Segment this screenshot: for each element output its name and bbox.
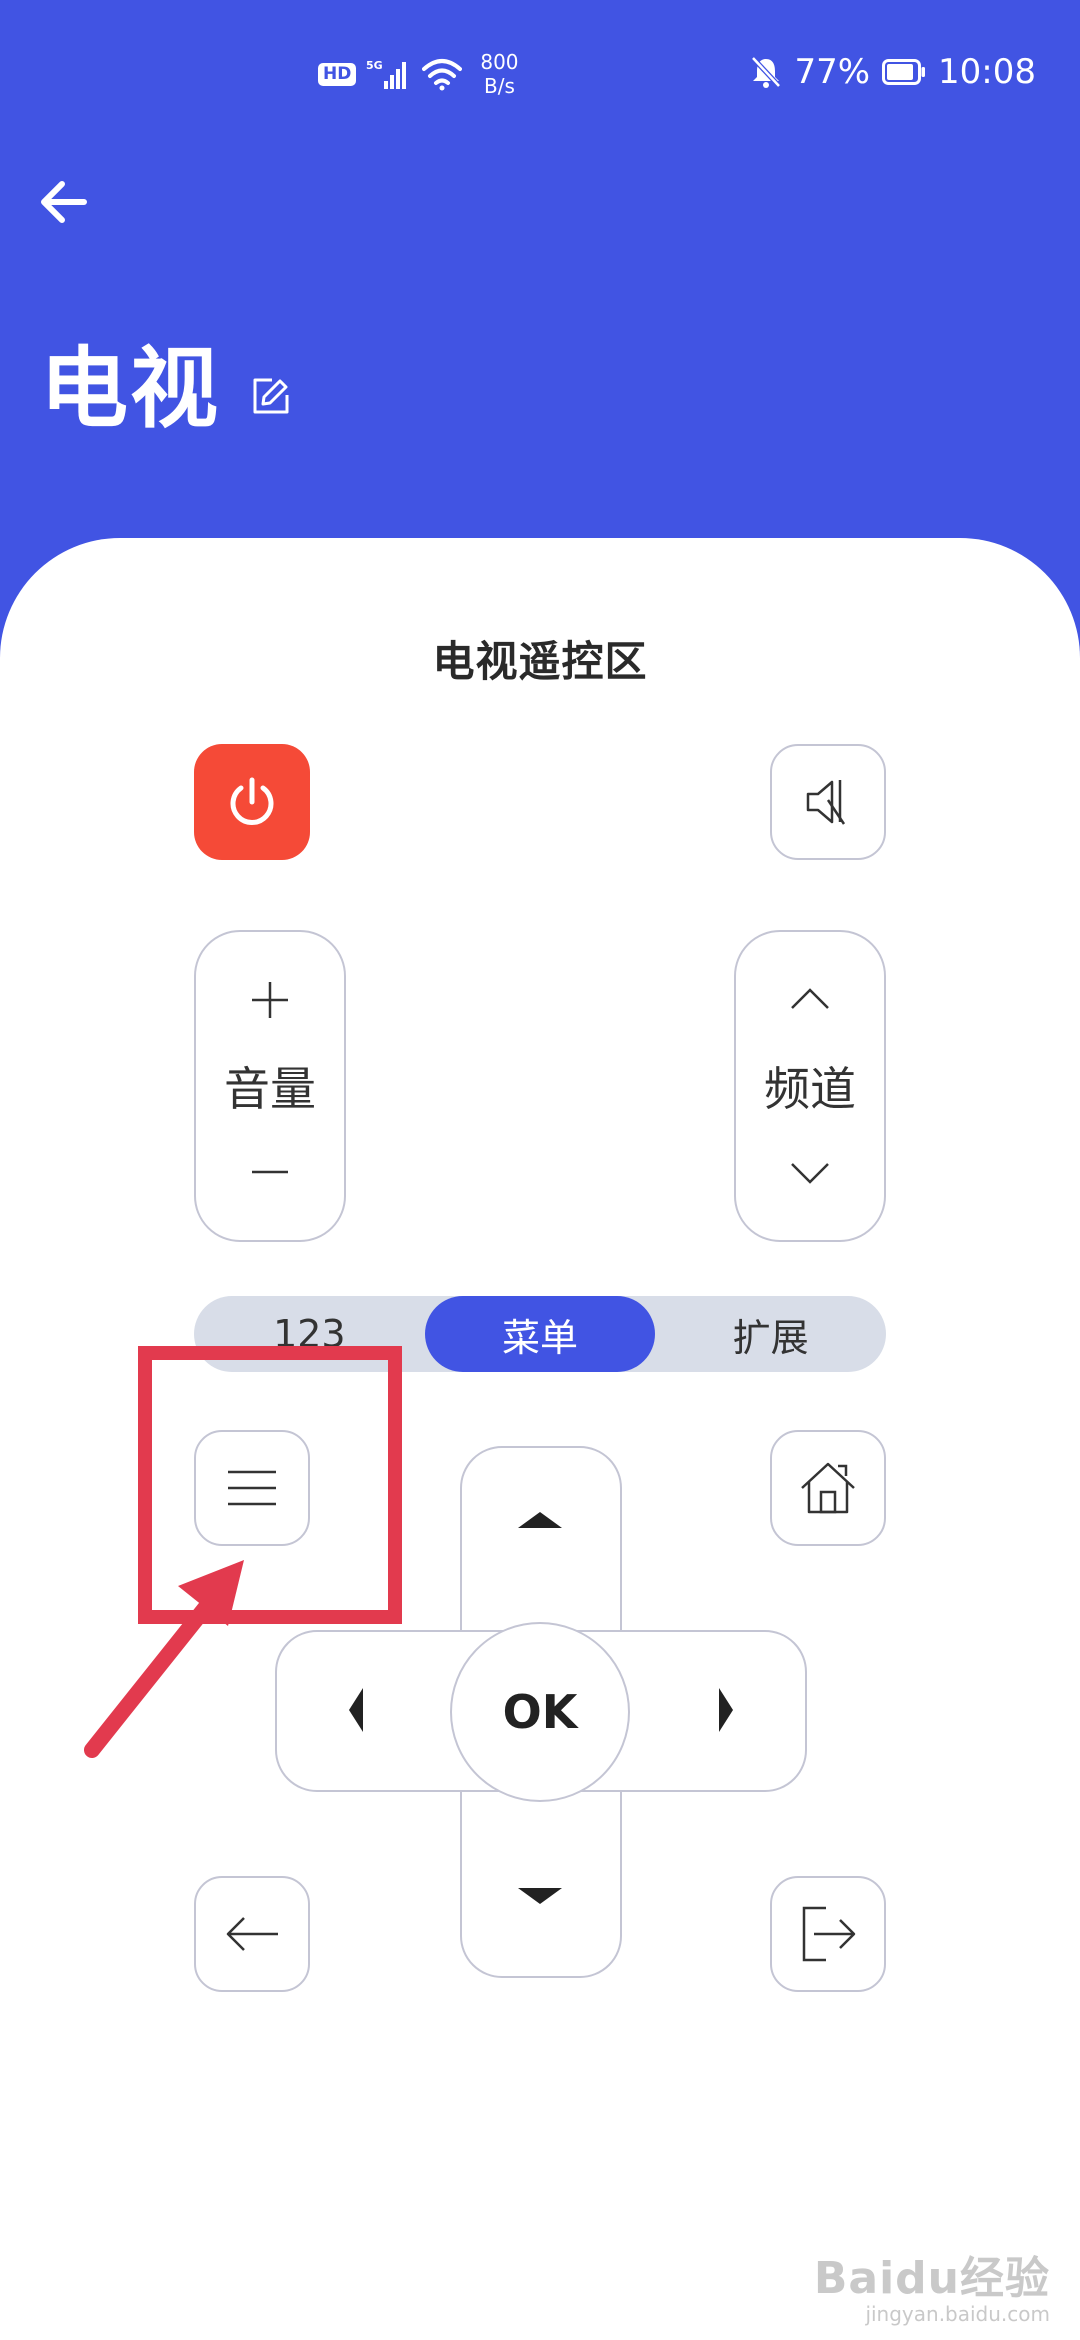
channel-down-button[interactable] (782, 1144, 838, 1200)
back-arrow-icon[interactable] (34, 170, 98, 234)
channel-label: 频道 (764, 1062, 856, 1116)
bell-muted-icon (751, 56, 782, 88)
battery-percent: 77% (794, 52, 871, 92)
network-speed: 800 B/s (480, 50, 519, 98)
section-title: 电视遥控区 (432, 637, 648, 686)
triangle-down-icon (518, 1888, 562, 1904)
power-button[interactable] (194, 744, 310, 860)
battery-icon (882, 59, 926, 85)
home-button[interactable] (770, 1430, 886, 1546)
power-icon (230, 777, 274, 825)
tab-extend[interactable]: 扩展 (655, 1296, 886, 1372)
triangle-left-icon (349, 1688, 363, 1732)
watermark: Baidu经验 jingyan.baidu.com (814, 2242, 1050, 2326)
volume-label: 音量 (224, 1062, 316, 1116)
chevron-up-icon (791, 988, 829, 1009)
chevron-down-icon (791, 1163, 829, 1184)
arrow-left-icon (226, 1917, 278, 1951)
plus-icon (252, 982, 288, 1018)
annotation-arrow-icon (84, 1560, 244, 1758)
volume-up-button[interactable] (242, 972, 298, 1028)
volume-down-button[interactable] (242, 1144, 298, 1200)
dpad-right-button[interactable] (672, 1640, 782, 1780)
channel-up-button[interactable] (782, 972, 838, 1028)
watermark-brand: Baidu经验 (813, 2253, 1050, 2304)
clock: 10:08 (938, 52, 1036, 92)
tab-menu[interactable]: 菜单 (424, 1296, 656, 1372)
home-icon (801, 1462, 855, 1514)
volume-rocker: 音量 (194, 930, 346, 1242)
hd-badge: HD (318, 62, 357, 86)
edit-icon[interactable] (250, 375, 292, 417)
page-title: 电视 (40, 337, 221, 440)
channel-rocker: 频道 (734, 930, 886, 1242)
exit-icon (802, 1906, 856, 1962)
dpad-left-button[interactable] (300, 1640, 410, 1780)
svg-text:5G: 5G (366, 59, 383, 72)
wifi-icon (422, 59, 463, 91)
minus-icon (252, 1170, 288, 1174)
exit-button[interactable] (770, 1876, 886, 1992)
triangle-up-icon (518, 1512, 562, 1528)
mute-speaker-icon (806, 780, 846, 825)
dpad-down-button[interactable] (470, 1846, 610, 1946)
status-bar: HD 5G 800 B/s 77% 10:08 (0, 0, 1080, 150)
ok-button[interactable]: OK (450, 1622, 630, 1802)
mute-button[interactable] (770, 744, 886, 860)
return-button[interactable] (194, 1876, 310, 1992)
signal-5g-icon: 5G (366, 59, 407, 89)
triangle-right-icon (719, 1688, 733, 1732)
dpad-up-button[interactable] (470, 1470, 610, 1570)
